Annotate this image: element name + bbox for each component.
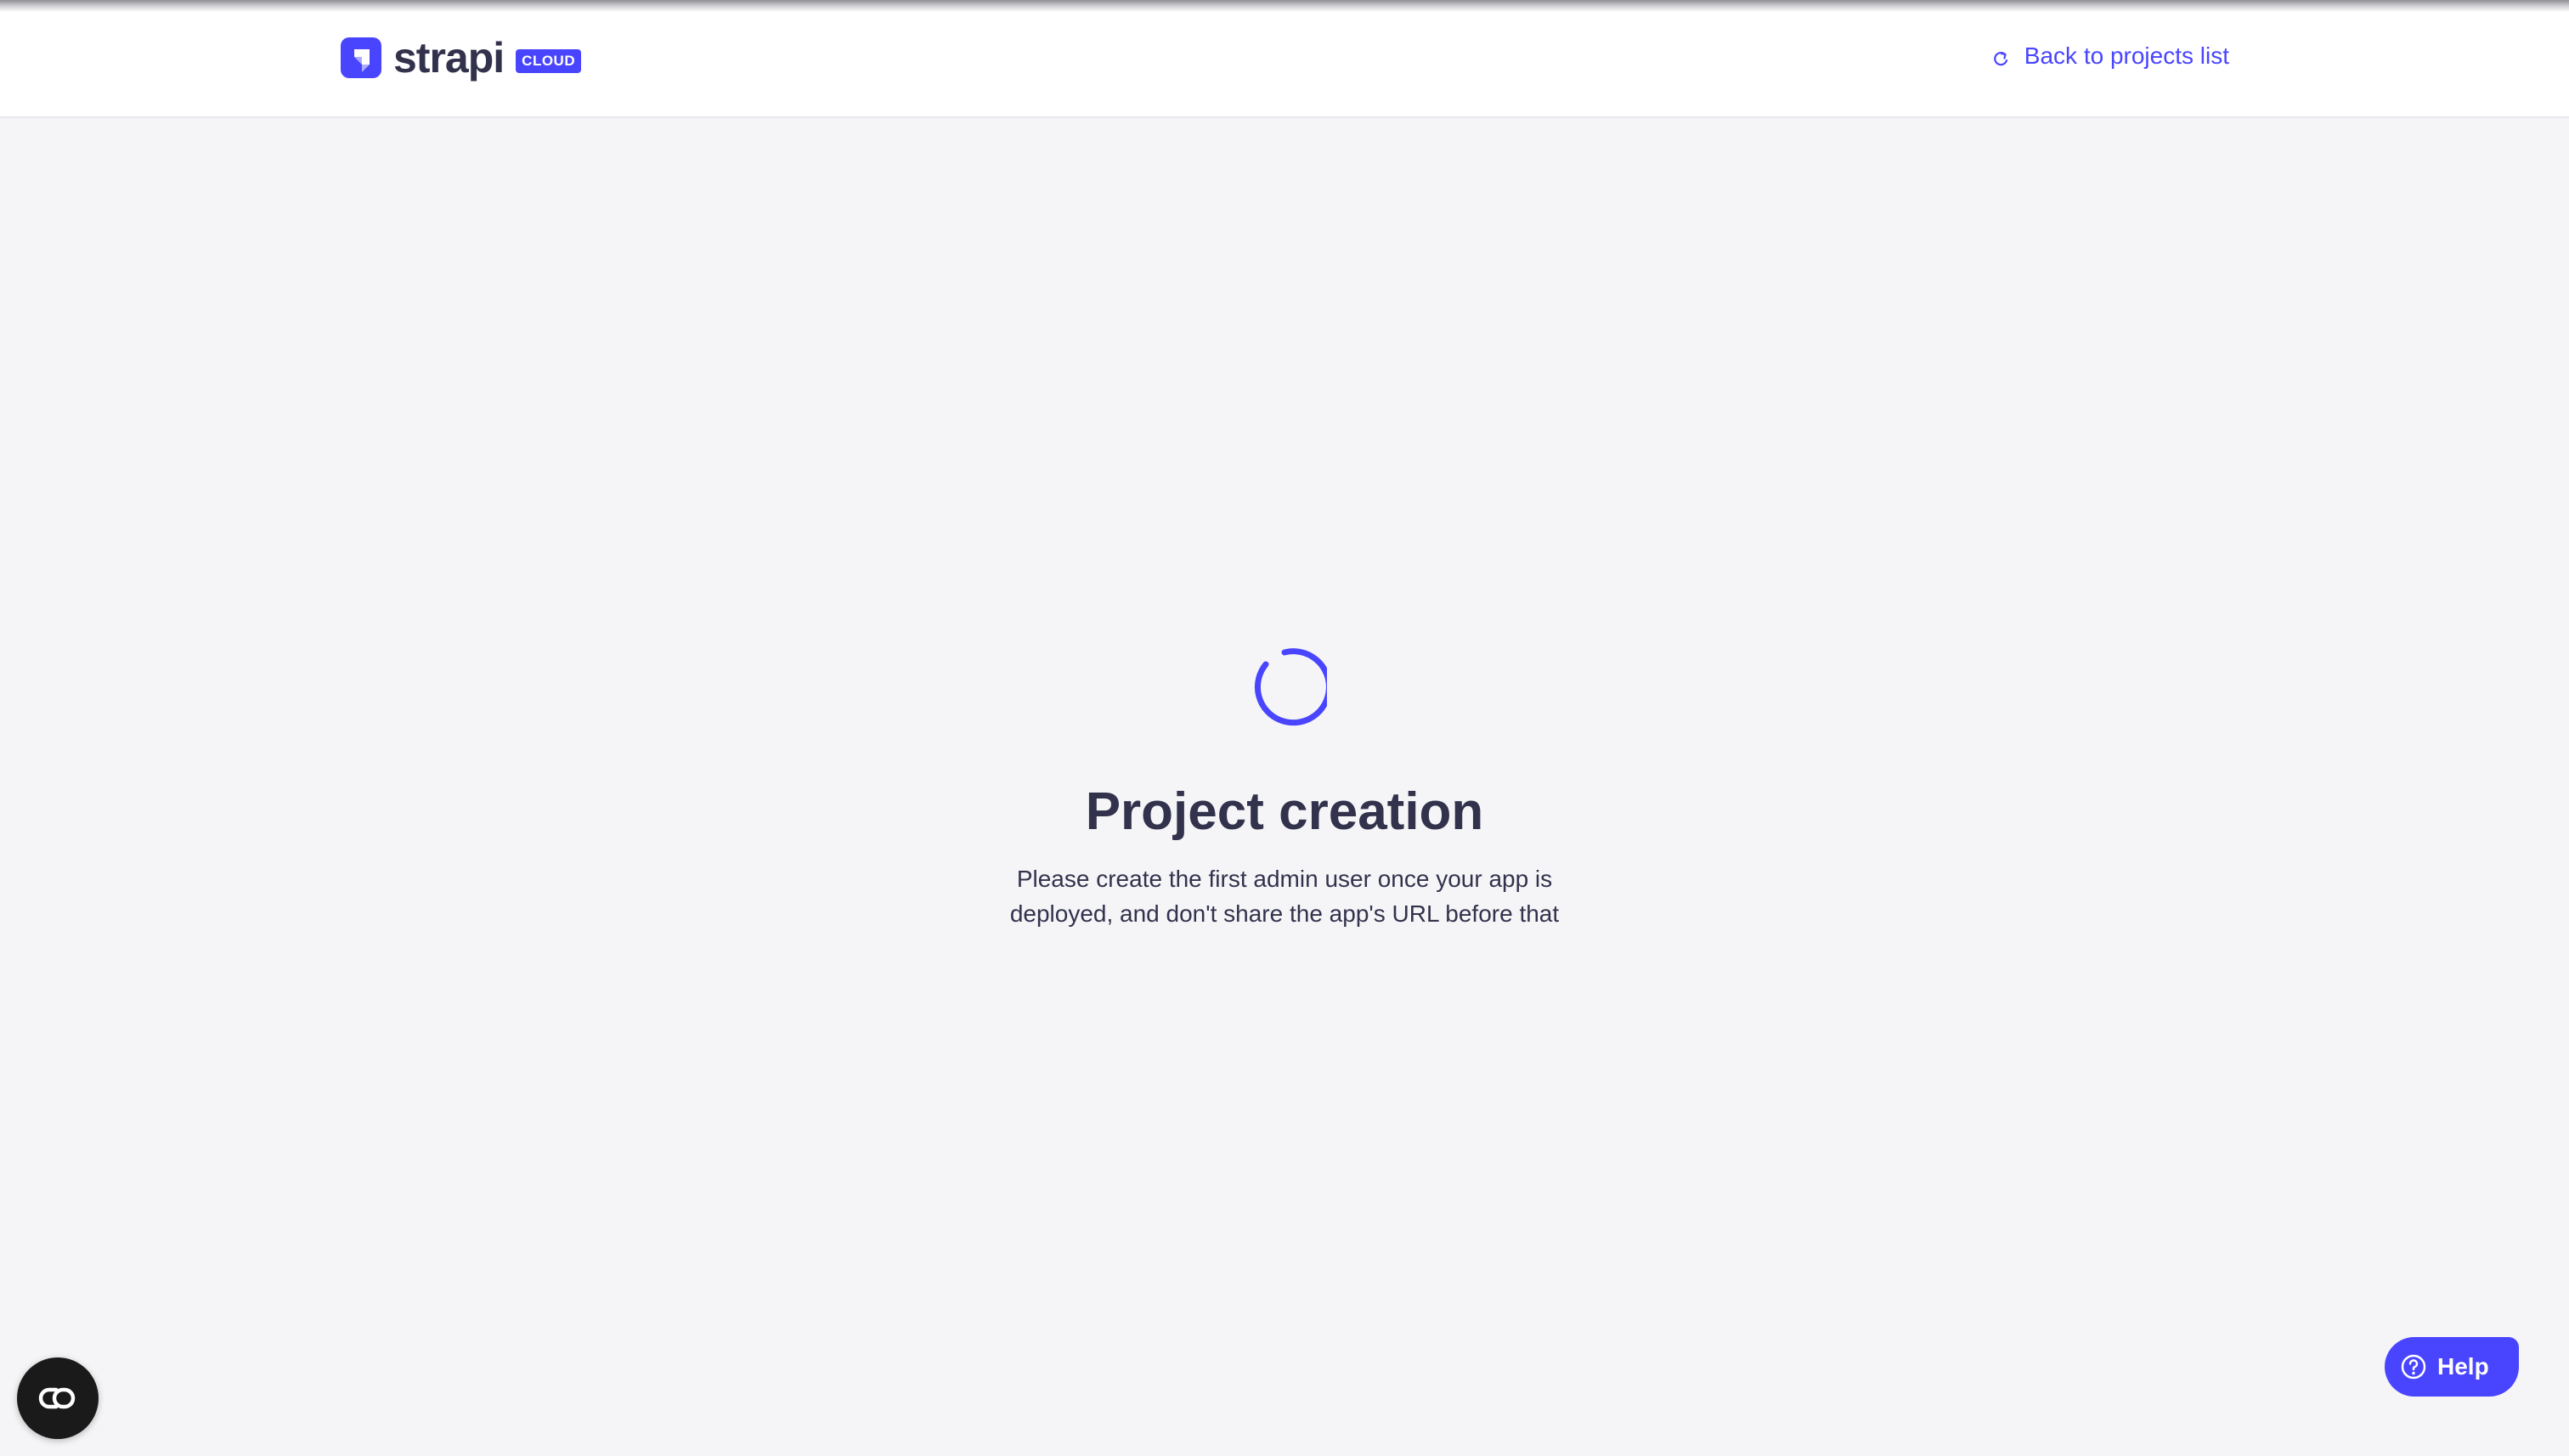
strapi-cloud-logo[interactable]: strapi CLOUD (341, 34, 582, 82)
floating-widget-button[interactable] (17, 1357, 99, 1439)
back-arrow-icon (1992, 47, 2011, 66)
logo-wordmark: strapi (393, 34, 505, 82)
top-header: strapi CLOUD Back to projects list (0, 0, 2569, 118)
strapi-logo-icon (341, 37, 381, 78)
back-link-label: Back to projects list (2024, 42, 2229, 69)
help-button[interactable]: Help (2385, 1337, 2519, 1397)
loading-spinner-icon (1254, 648, 1327, 726)
page-description: Please create the first admin user once … (1009, 866, 1560, 927)
cloud-badge: CLOUD (516, 49, 582, 73)
question-circle-icon (2400, 1353, 2427, 1380)
help-label: Help (2437, 1353, 2489, 1380)
project-creation-panel: Project creation Please create the first… (0, 646, 2569, 931)
back-to-projects-link[interactable]: Back to projects list (1992, 42, 2229, 70)
page-title: Project creation (1085, 782, 1484, 841)
cc-toggle-icon (38, 1387, 76, 1409)
window-top-shadow (0, 0, 2569, 12)
